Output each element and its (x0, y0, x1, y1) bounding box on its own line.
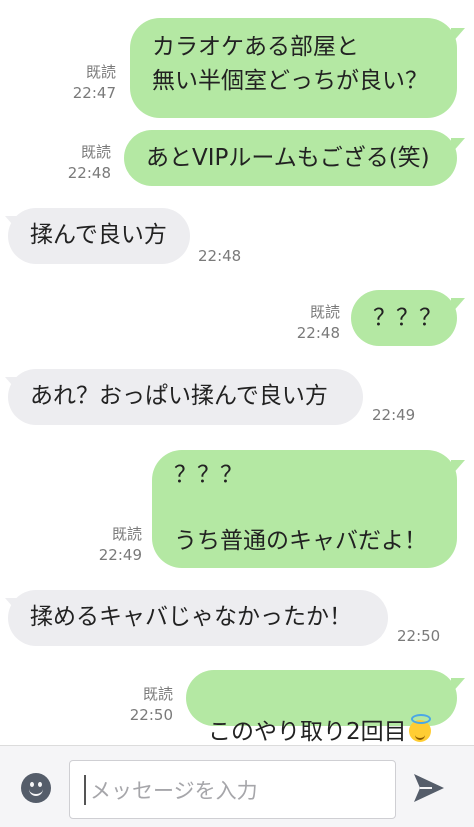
bubble-tail (451, 678, 465, 694)
timestamp: 22:48 (67, 164, 111, 182)
message-text: このやり取り2回目 (208, 719, 407, 745)
read-receipt: 既読 (85, 63, 116, 81)
read-receipt: 既読 (142, 685, 173, 703)
timestamp: 22:49 (98, 546, 142, 564)
smile-icon[interactable] (21, 773, 51, 803)
message-meta: 既読 22:50 (96, 684, 173, 726)
read-receipt: 既読 (309, 303, 340, 321)
text-caret (84, 775, 86, 805)
timestamp: 22:50 (129, 706, 173, 724)
message-input-box[interactable] (69, 760, 396, 820)
timestamp: 22:48 (296, 324, 340, 342)
message-row-incoming: 揉めるキャバじゃなかったか！ 22:50 (0, 590, 474, 650)
message-row-incoming: 揉んで良い方 22:48 (0, 208, 474, 268)
message-bubble[interactable]: カラオケある部屋と 無い半個室どっちが良い？ (130, 18, 457, 118)
chat-area[interactable]: 既読 22:47 カラオケある部屋と 無い半個室どっちが良い？ 既読 22:48… (0, 0, 474, 745)
send-icon[interactable] (412, 772, 446, 804)
message-row-incoming: あれ？おっぱい揉んで良い方 22:49 (0, 369, 474, 429)
message-composer (0, 745, 474, 827)
message-row-outgoing: 既読 22:48 あとVIPルームもござる(笑) (0, 130, 474, 186)
message-bubble[interactable]: 揉めるキャバじゃなかったか！ (8, 590, 388, 646)
read-receipt: 既読 (111, 525, 142, 543)
timestamp: 22:48 (198, 247, 242, 265)
message-bubble[interactable]: ？？？ うち普通のキャバだよ！ (152, 450, 457, 568)
message-row-outgoing: 既読 22:48 ？？？ (0, 290, 474, 346)
message-meta: 既読 22:49 (64, 524, 142, 566)
message-meta: 既読 22:48 (260, 302, 340, 344)
smile-icon-mouth (29, 787, 43, 796)
timestamp: 22:49 (372, 406, 416, 424)
message-row-outgoing: 既読 22:47 カラオケある部屋と 無い半個室どっちが良い？ (0, 18, 474, 118)
message-bubble[interactable]: ？？？ (351, 290, 457, 346)
message-bubble[interactable]: このやり取り2回目 (186, 670, 457, 745)
message-meta: 既読 22:47 (40, 62, 116, 104)
message-bubble[interactable]: あれ？おっぱい揉んで良い方 (8, 369, 363, 425)
message-meta: 既読 22:48 (30, 142, 111, 184)
message-row-outgoing: 既読 22:49 ？？？ うち普通のキャバだよ！ (0, 450, 474, 568)
timestamp: 22:50 (397, 627, 441, 645)
halo-smile-emoji-icon (408, 714, 431, 742)
message-row-outgoing: 既読 22:50 このやり取り2回目 (0, 670, 474, 745)
message-input[interactable] (88, 761, 387, 820)
message-bubble[interactable]: 揉んで良い方 (8, 208, 190, 264)
message-bubble[interactable]: あとVIPルームもござる(笑) (124, 130, 457, 186)
read-receipt: 既読 (80, 143, 111, 161)
timestamp: 22:47 (72, 84, 116, 102)
